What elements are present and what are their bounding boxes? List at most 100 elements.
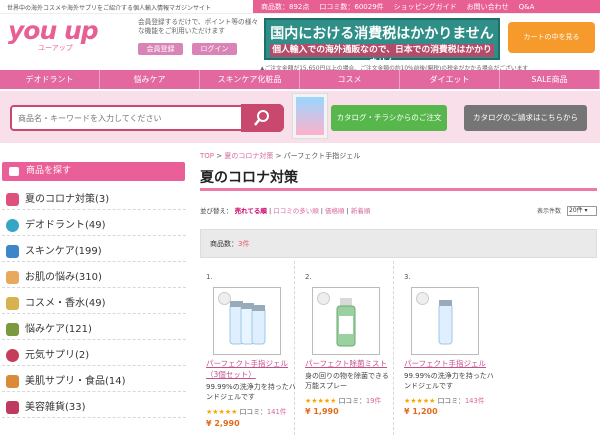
shopping-guide-link[interactable]: ショッピングガイド [394,2,457,12]
breadcrumb-home[interactable]: TOP [200,152,214,160]
review-count-link[interactable]: 19件 [366,397,381,405]
nav-item-skincare[interactable]: スキンケア化粧品 [200,70,300,89]
sidebar-item-beauty-food[interactable]: 美肌サプリ・食品(14) [2,372,186,392]
contact-link[interactable]: お問い合わせ [467,2,509,12]
perfume-icon [6,297,19,310]
sidebar-item-label: 夏のコロナ対策(3) [25,194,110,205]
site-stats-bar: 商品数：892点 口コミ数：60029件 ショッピングガイド お問い合わせ Q&… [253,0,600,13]
search-button[interactable] [241,104,283,132]
cart-label: カートの中を見る [523,33,580,41]
count-value: 3件 [238,240,250,248]
sidebar-item-cosme[interactable]: コスメ・香水(49) [2,294,186,314]
sort-bestselling[interactable]: 売れてる順 [235,207,267,215]
product-name[interactable]: パーフェクト手指ジェル [404,358,489,369]
product-rating: ★★★★★ 口コミ：141件 [206,408,287,416]
main-nav: デオドラント 悩みケア スキンケア化粧品 コスメ ダイエット SALE商品 [0,70,600,89]
sidebar-item-supplement[interactable]: 元気サプリ(2) [2,346,186,366]
nav-item-deodorant[interactable]: デオドラント [0,70,100,89]
register-button[interactable]: 会員登録 [138,43,183,55]
per-page-label: 表示件数 [537,208,562,215]
sort-price[interactable]: 価格順 [325,207,345,215]
skincare-icon [6,245,19,258]
product-card[interactable]: 3. パーフェクト手指ジェル 99.99%の洗浄力を持ったハンドジェルです ★★… [398,261,494,435]
breadcrumb-category[interactable]: 夏のコロナ対策 [224,152,273,160]
droplet-icon [6,219,19,232]
per-page-select[interactable]: 20件 ▾ [567,206,597,216]
sort-new[interactable]: 新着順 [351,207,371,215]
brush-icon [6,401,19,414]
sidebar-item-skincare[interactable]: スキンケア(199) [2,242,186,262]
review-count-link[interactable]: 143件 [465,397,485,405]
login-button[interactable]: ログイン [192,43,237,55]
page-title: 夏のコロナ対策 [200,170,298,186]
product-price: ¥ 2,990 [206,419,240,428]
product-name[interactable]: パーフェクト除菌ミスト [305,358,390,369]
sidebar-item-skin-trouble[interactable]: お肌の悩み(310) [2,268,186,288]
product-count-bar: 商品数：3件 [200,229,597,258]
korea-flag-icon [218,292,231,305]
product-rating: ★★★★★ 口コミ：143件 [404,397,485,405]
sidebar-item-label: コスメ・香水(49) [25,298,106,309]
catalog-request-button[interactable]: カタログのご請求はこちらから [464,105,587,131]
tax-banner-title: 国内における消費税はかかりません [270,26,494,42]
product-image[interactable] [312,287,380,355]
capsule-icon [6,375,19,388]
product-number: 1. [206,273,213,281]
sidebar-item-label: 美肌サプリ・食品(14) [25,376,126,387]
nav-item-care[interactable]: 悩みケア [100,70,200,89]
product-number: 3. [404,273,411,281]
product-card[interactable]: 1. パーフェクト手指ジェル（3個セット） 99.99%の洗浄力を持ったハンドジ… [200,261,296,435]
product-rating: ★★★★★ 口コミ：19件 [305,397,382,405]
sidebar-item-label: デオドラント(49) [25,220,106,231]
tax-banner[interactable]: 国内における消費税はかかりません 個人輸入での海外通販なので、日本での消費税はか… [264,18,500,68]
sidebar-item-label: 美容雑貨(33) [25,402,86,413]
nav-item-diet[interactable]: ダイエット [400,70,500,89]
product-price: ¥ 1,200 [404,407,438,416]
sidebar-item-label: お肌の悩み(310) [25,272,102,283]
product-number: 2. [305,273,312,281]
sort-label: 並び替え： [200,207,233,215]
review-count: 口コミ数：60029件 [319,2,384,11]
korea-flag-icon [317,292,330,305]
sidebar-item-care[interactable]: 悩みケア(121) [2,320,186,340]
qa-link[interactable]: Q&A [519,3,535,11]
product-description: 99.99%の洗浄力を持ったハンドジェルです [404,372,494,390]
product-count: 商品数：892点 [261,2,310,11]
sidebar-item-corona[interactable]: 夏のコロナ対策(3) [2,190,186,210]
nav-item-sale[interactable]: SALE商品 [500,70,600,89]
catalog-magazine-image [292,93,328,139]
title-underline [200,188,597,191]
product-image[interactable] [411,287,479,355]
catalog-order-button[interactable]: カタログ・チラシからのご注文 [331,105,447,131]
breadcrumb: TOP > 夏のコロナ対策 > パーフェクト手指ジェル [200,152,361,160]
site-logo[interactable]: you up ユーアップ [6,14,122,54]
face-icon [6,271,19,284]
product-card[interactable]: 2. パーフェクト除菌ミスト 身の回りの物を除菌できる万能スプレー ★★★★★ … [299,261,394,435]
product-image[interactable] [213,287,281,355]
product-description: 身の回りの物を除菌できる万能スプレー [305,372,389,390]
sidebar-item-goods[interactable]: 美容雑貨(33) [2,398,186,418]
product-name[interactable]: パーフェクト手指ジェル（3個セット） [206,358,291,380]
search-icon [254,110,269,126]
product-price: ¥ 1,990 [305,407,339,416]
sidebar-item-label: 元気サプリ(2) [25,350,90,361]
view-cart-button[interactable]: カートの中を見る [508,22,595,53]
sidebar-item-label: 悩みケア(121) [25,324,92,335]
care-icon [6,323,19,336]
logo-text: you up [8,16,99,45]
sort-reviews[interactable]: 口コミの多い順 [273,207,319,215]
member-intro: 会員登録するだけで、ポイント等の様々な機能をご利用いただけます [138,18,259,35]
sidebar: 商品を探す 夏のコロナ対策(3) デオドラント(49) スキンケア(199) お… [2,162,187,435]
sidebar-title: 商品を探す [2,162,185,181]
sidebar-item-label: スキンケア(199) [25,246,102,257]
site-tagline: 世界中の海外コスメや海外サプリをご紹介する個人輸入情報マガジンサイト [7,5,212,12]
search-input[interactable] [18,110,238,126]
korea-flag-icon [416,292,429,305]
nav-item-cosme[interactable]: コスメ [300,70,400,89]
virus-icon [6,193,19,206]
logo-subtitle: ユーアップ [38,44,73,52]
breadcrumb-current: パーフェクト手指ジェル [283,152,361,160]
review-count-link[interactable]: 141件 [267,408,287,416]
pill-icon [6,349,19,362]
sidebar-item-deodorant[interactable]: デオドラント(49) [2,216,186,236]
